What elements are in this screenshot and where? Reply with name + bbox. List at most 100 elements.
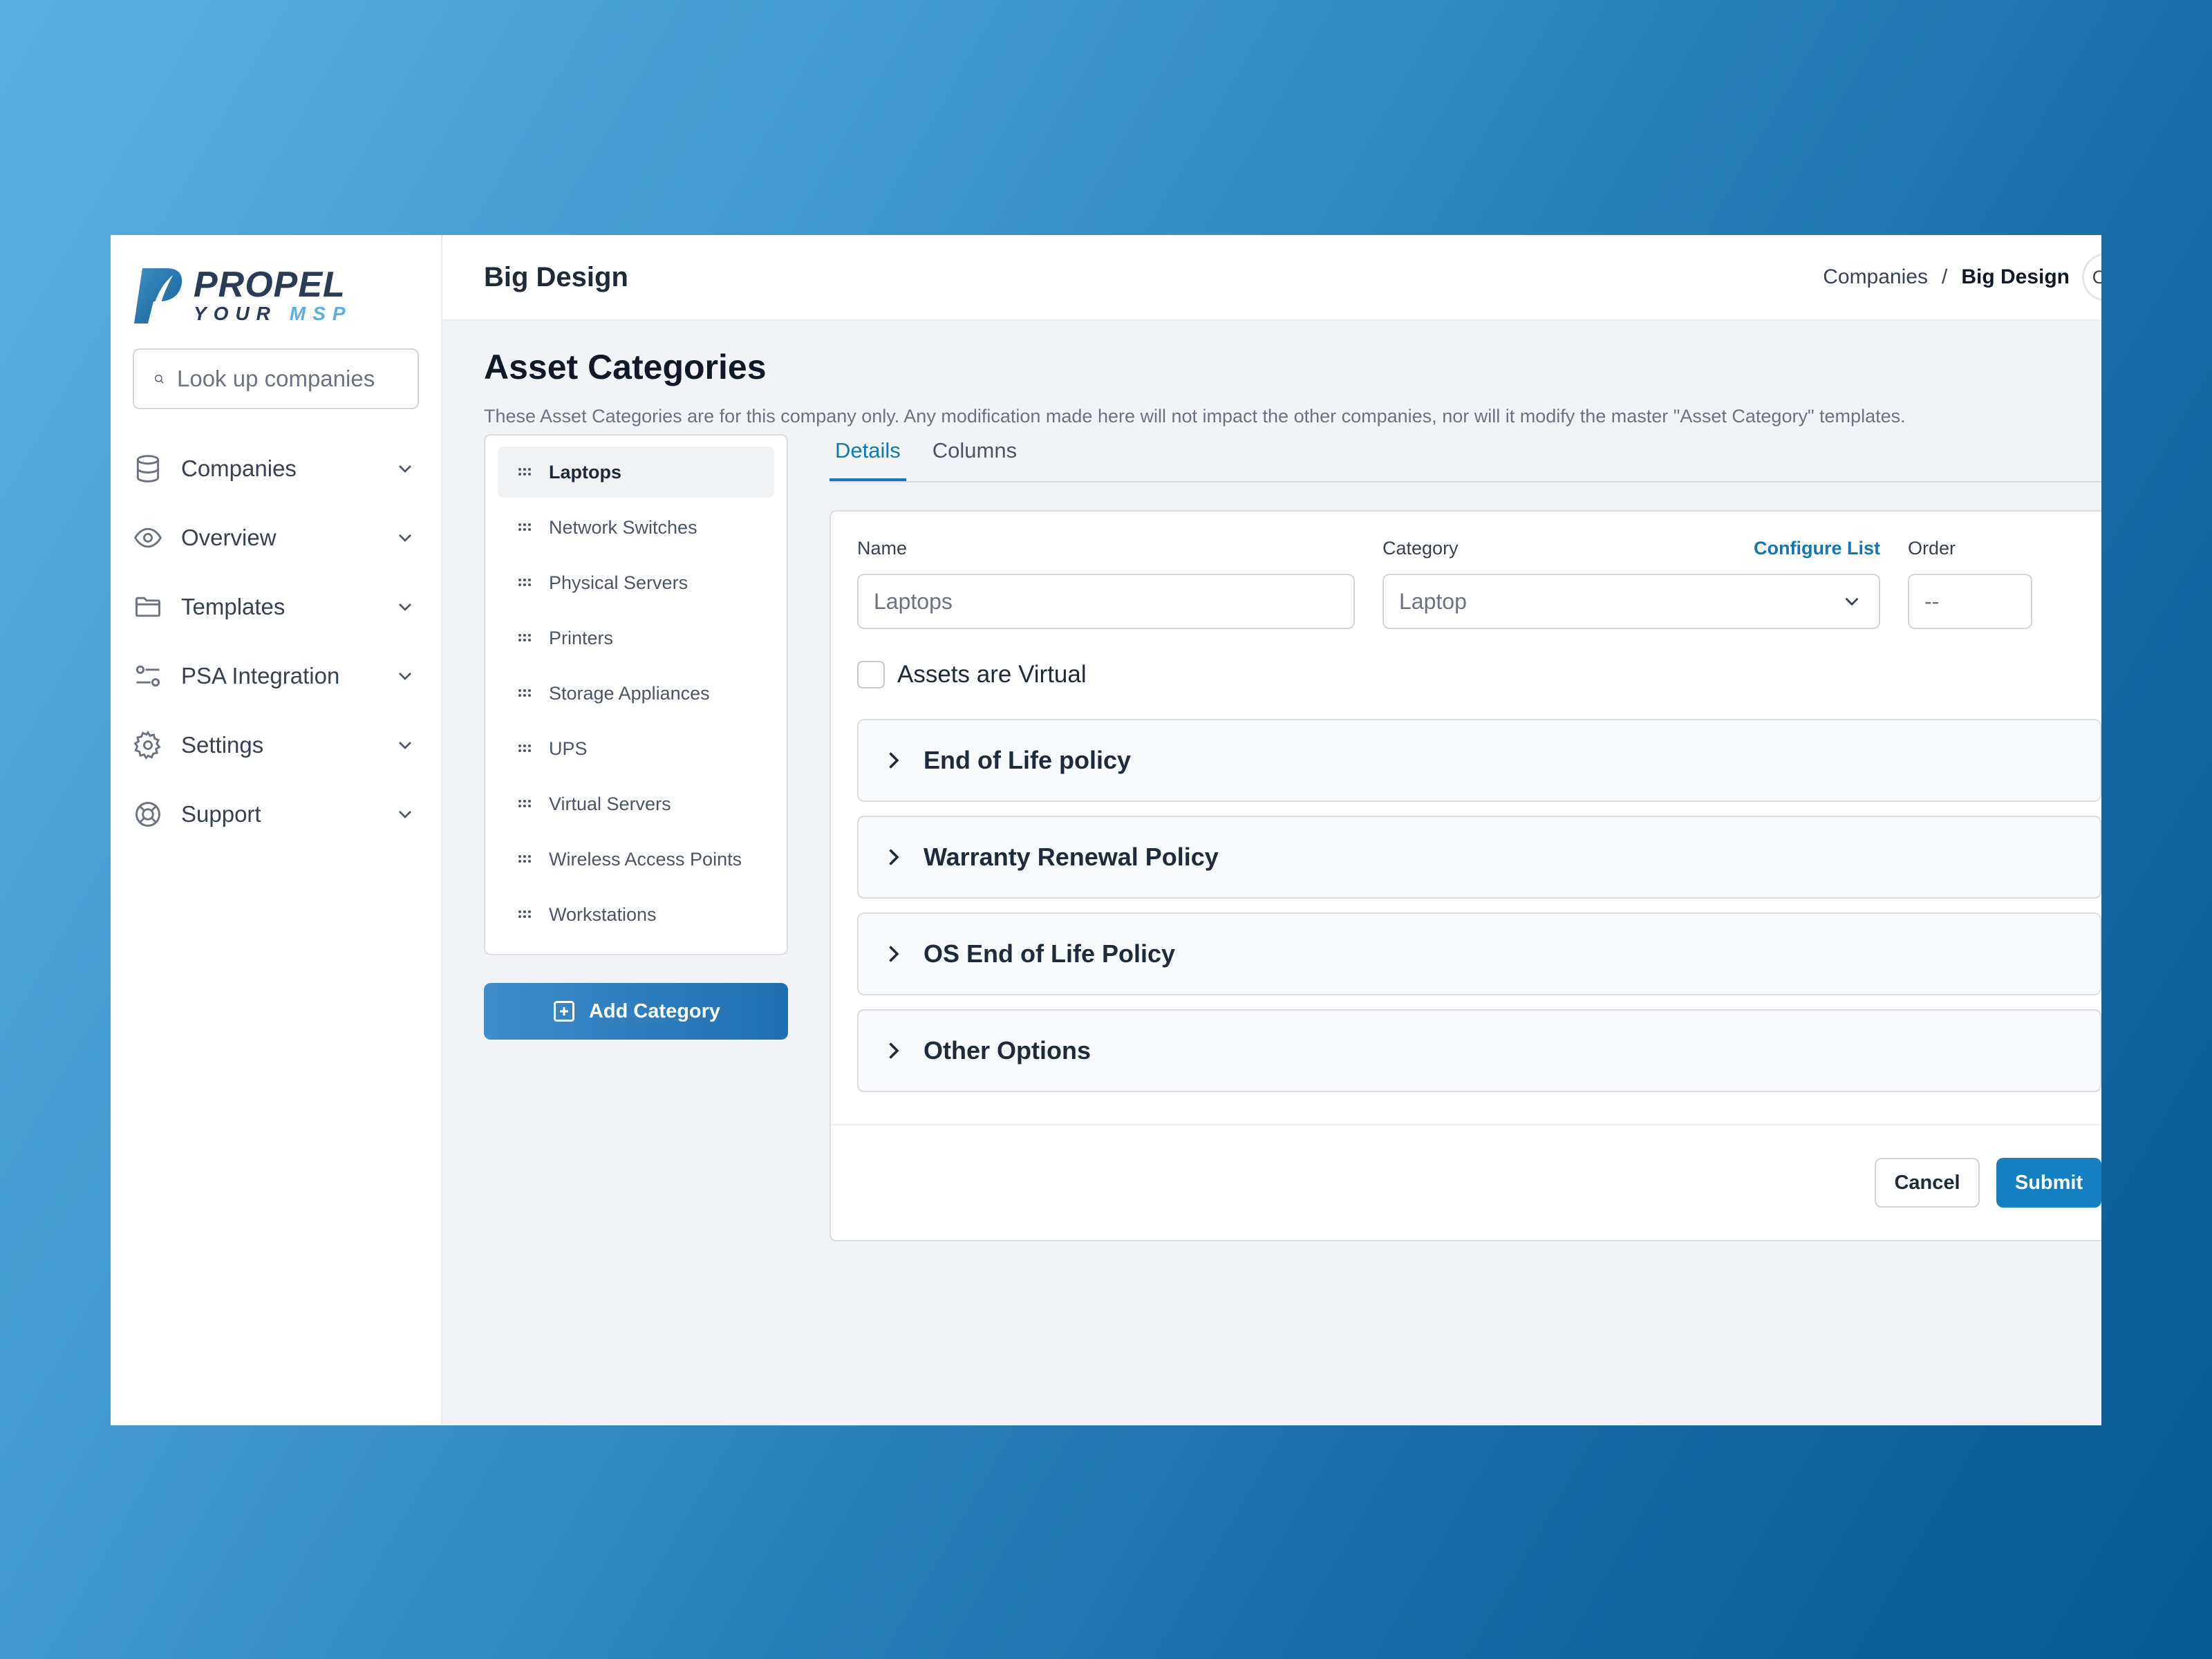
chevron-right-icon	[889, 752, 899, 769]
propel-logo-icon	[134, 268, 182, 324]
gear-icon	[133, 730, 161, 760]
chevron-down-icon	[399, 603, 411, 611]
sidebar-item-psa-integration[interactable]: PSA Integration	[133, 641, 419, 711]
category-item-network-switches[interactable]: Network Switches	[498, 502, 774, 553]
category-item-ups[interactable]: UPS	[498, 723, 774, 774]
accordion-os-end-of-life-policy[interactable]: OS End of Life Policy	[857, 912, 2101, 995]
drag-handle-icon[interactable]	[517, 632, 535, 644]
drag-handle-icon[interactable]	[517, 577, 535, 588]
category-item-printers[interactable]: Printers	[498, 612, 774, 664]
logo[interactable]: PROPEL YOUR MSP	[133, 264, 419, 326]
search-input[interactable]	[177, 366, 398, 392]
search-icon	[155, 375, 164, 384]
category-item-workstations[interactable]: Workstations	[498, 889, 774, 940]
add-category-button[interactable]: Add Category	[484, 983, 788, 1040]
category-field-group: Category Configure List Laptop	[1382, 538, 1880, 629]
category-label-row: Category Configure List	[1382, 538, 1880, 561]
tab-details[interactable]: Details	[830, 434, 906, 481]
breadcrumb-current: Big Design	[1961, 265, 2070, 288]
drag-handle-icon[interactable]	[517, 854, 535, 865]
category-label: UPS	[549, 738, 588, 759]
form-body: Name Laptops Category Configure List Lap…	[831, 512, 2101, 1092]
chevron-down-icon	[1845, 597, 1859, 606]
category-item-laptops[interactable]: Laptops	[498, 447, 774, 498]
database-icon	[136, 455, 160, 482]
order-label: Order	[1908, 538, 1956, 559]
tab-columns[interactable]: Columns	[927, 434, 1022, 481]
category-item-physical-servers[interactable]: Physical Servers	[498, 557, 774, 608]
configure-list-link[interactable]: Configure List	[1754, 538, 1880, 561]
sidebar: PROPEL YOURMSP Companies Over	[111, 235, 442, 1425]
accordion-label: OS End of Life Policy	[924, 939, 1176, 968]
drag-handle-icon[interactable]	[517, 522, 535, 533]
chevron-down-icon	[399, 673, 411, 680]
assets-virtual-checkbox[interactable]	[857, 661, 885, 688]
detail-tabs: Details Columns	[830, 434, 2101, 482]
category-item-wireless-access-points[interactable]: Wireless Access Points	[498, 834, 774, 885]
sidebar-item-companies[interactable]: Companies	[133, 434, 419, 503]
chevron-down-icon	[399, 742, 411, 749]
folder-icon	[135, 597, 160, 617]
sidebar-nav: Companies Overview Templates PSA Integra…	[133, 434, 419, 849]
submit-button[interactable]: Submit	[1996, 1158, 2101, 1208]
drag-handle-icon[interactable]	[517, 688, 535, 699]
category-item-virtual-servers[interactable]: Virtual Servers	[498, 778, 774, 830]
sidebar-item-label: Companies	[181, 456, 297, 481]
user-avatar[interactable]: OR	[2082, 253, 2101, 301]
accordion-end-of-life-policy[interactable]: End of Life policy	[857, 719, 2101, 802]
sidebar-item-overview[interactable]: Overview	[133, 503, 419, 572]
category-form: Name Laptops Category Configure List Lap…	[830, 510, 2101, 1241]
sidebar-item-label: Support	[181, 801, 261, 827]
category-label: Storage Appliances	[549, 682, 710, 704]
order-input[interactable]: --	[1908, 574, 2032, 629]
breadcrumb-companies-link[interactable]: Companies	[1823, 265, 1928, 289]
category-list: Laptops Network Switches Physical Server…	[484, 434, 788, 955]
sidebar-item-settings[interactable]: Settings	[133, 711, 419, 780]
category-label: Printers	[549, 627, 614, 648]
category-label: Laptops	[549, 461, 621, 482]
breadcrumb: Companies / Big Design	[1823, 265, 2070, 289]
category-select-value: Laptop	[1399, 588, 1467, 614]
name-field-group: Name Laptops	[857, 538, 1355, 629]
drag-handle-icon[interactable]	[517, 743, 535, 754]
company-search[interactable]	[133, 348, 419, 409]
sidebar-item-label: Templates	[181, 594, 285, 619]
accordion-label: End of Life policy	[924, 746, 1132, 774]
accordion-other-options[interactable]: Other Options	[857, 1009, 2101, 1092]
category-item-storage-appliances[interactable]: Storage Appliances	[498, 668, 774, 719]
sidebar-item-support[interactable]: Support	[133, 780, 419, 849]
sidebar-item-label: Overview	[181, 525, 276, 550]
add-category-label: Add Category	[588, 1000, 721, 1022]
chevron-right-icon	[889, 1042, 899, 1059]
assets-virtual-label[interactable]: Assets are Virtual	[897, 661, 1087, 688]
order-field-group: Order --	[1908, 538, 2032, 629]
accordion-warranty-renewal-policy[interactable]: Warranty Renewal Policy	[857, 816, 2101, 899]
lifebuoy-icon	[135, 802, 160, 827]
drag-handle-icon[interactable]	[517, 467, 535, 478]
category-label: Wireless Access Points	[549, 848, 742, 870]
category-column: Laptops Network Switches Physical Server…	[484, 434, 788, 1241]
chevron-right-icon	[889, 849, 899, 865]
sidebar-item-templates[interactable]: Templates	[133, 572, 419, 641]
name-input[interactable]: Laptops	[857, 574, 1355, 629]
form-footer: Cancel Submit	[831, 1124, 2101, 1240]
logo-main-text: PROPEL	[194, 265, 346, 305]
logo-text: PROPEL YOUR MSP	[194, 267, 353, 324]
virtual-checkbox-row[interactable]: Assets are Virtual	[857, 661, 2101, 688]
content-columns: Laptops Network Switches Physical Server…	[484, 434, 2101, 1241]
logo-sub-msp: MSP	[289, 303, 353, 324]
category-label: Virtual Servers	[549, 793, 671, 814]
sidebar-item-label: Settings	[181, 732, 264, 758]
sliders-icon	[135, 665, 160, 687]
category-label: Workstations	[549, 903, 657, 925]
top-bar: Big Design Companies / Big Design OR	[442, 235, 2101, 321]
plus-square-icon	[553, 1001, 574, 1022]
category-label: Network Switches	[549, 516, 697, 538]
accordion-label: Warranty Renewal Policy	[924, 843, 1219, 871]
cancel-button[interactable]: Cancel	[1875, 1158, 1980, 1208]
drag-handle-icon[interactable]	[517, 798, 535, 809]
sidebar-item-label: PSA Integration	[181, 663, 340, 688]
eye-icon	[134, 527, 162, 548]
category-select[interactable]: Laptop	[1382, 574, 1880, 629]
drag-handle-icon[interactable]	[517, 909, 535, 920]
